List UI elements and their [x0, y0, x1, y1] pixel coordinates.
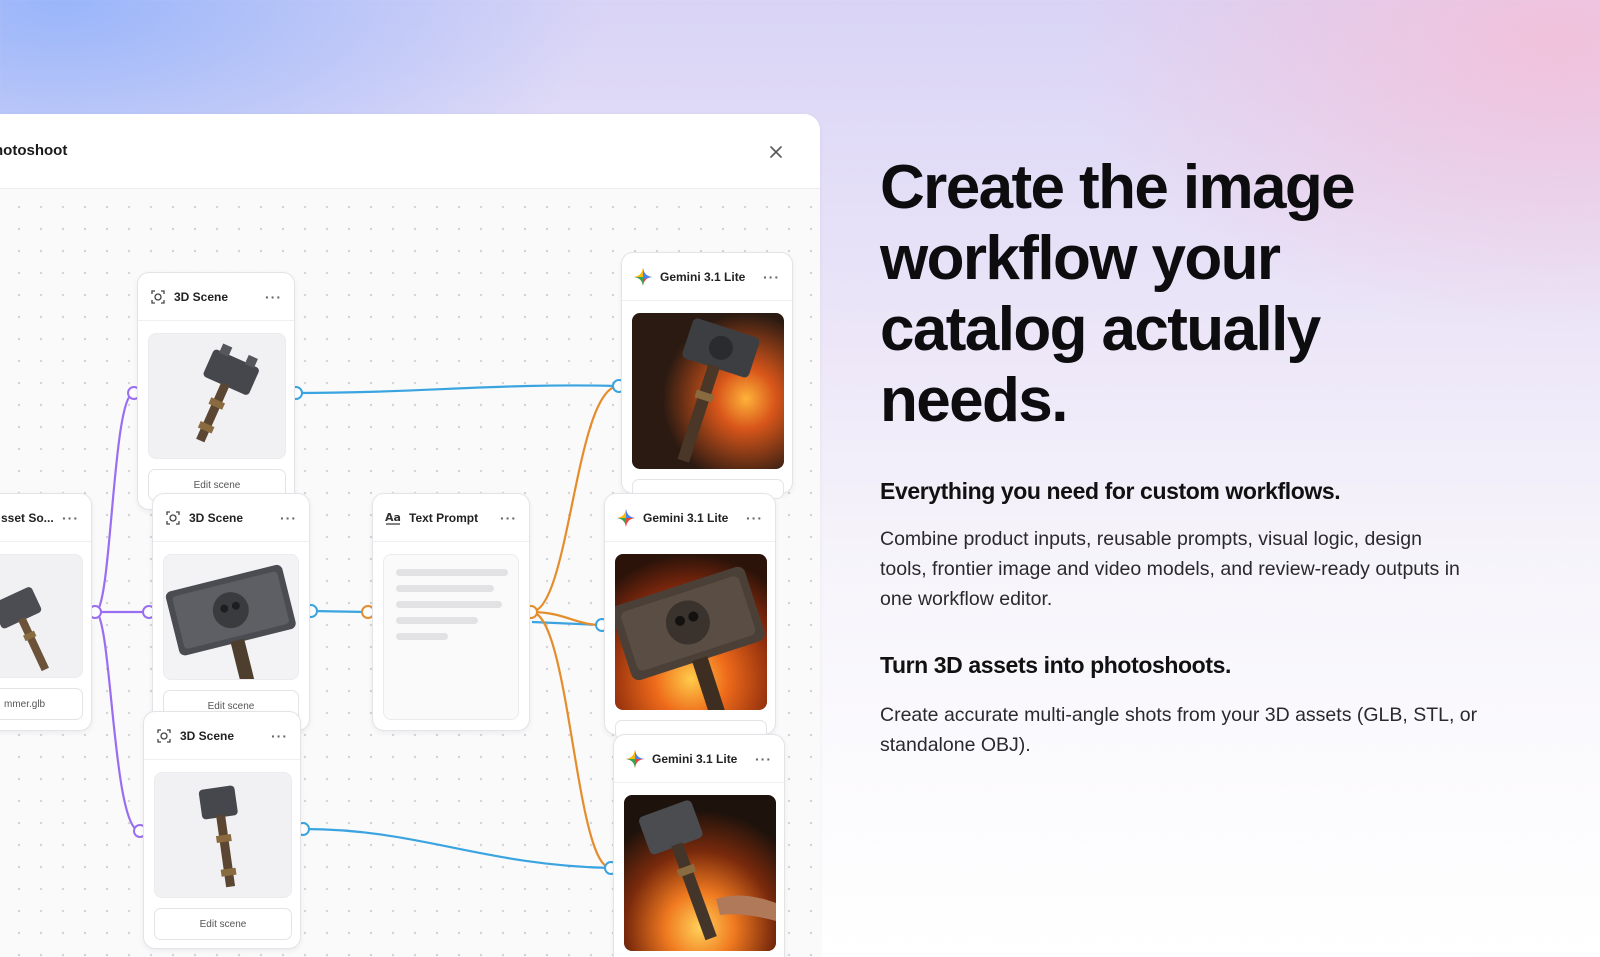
edge-source-to-scene-bottom	[93, 610, 141, 833]
3d-scene-icon	[157, 728, 171, 743]
filename-text: mmer.glb	[4, 698, 46, 710]
section-heading-photoshoots: Turn 3D assets into photoshoots.	[880, 652, 1231, 678]
more-options-icon[interactable]: ···	[500, 510, 517, 526]
node-header: Gemini 3.1 Lite ···	[605, 494, 775, 542]
more-options-icon[interactable]: ···	[763, 269, 780, 285]
gemini-node-bottom[interactable]: Gemini 3.1 Lite ···	[613, 734, 785, 957]
node-header: 3D Scene ···	[153, 494, 309, 542]
node-header: 3D Scene ···	[144, 712, 300, 760]
text-prompt-icon: Aa	[385, 511, 401, 525]
edge-scene-mid-to-prompt	[310, 609, 369, 614]
3d-scene-icon	[166, 510, 180, 525]
hammer-image	[198, 785, 238, 888]
3d-scene-icon	[151, 289, 165, 304]
gemini-node-middle[interactable]: Gemini 3.1 Lite ···	[604, 493, 776, 740]
more-options-icon[interactable]: ···	[62, 510, 79, 526]
edge-scene-top-to-gemini-top	[295, 384, 620, 395]
gemini-sparkle-icon	[617, 508, 635, 527]
text-placeholder-line	[396, 585, 494, 592]
hammer-image	[196, 343, 259, 443]
hammer-forge-image	[632, 313, 784, 469]
text-placeholder-line	[396, 601, 502, 608]
scene-thumbnail	[163, 554, 299, 680]
more-options-icon[interactable]: ···	[265, 289, 282, 305]
hammer-fire-closeup-image	[615, 554, 767, 710]
button-label: Edit scene	[207, 700, 255, 712]
edge-prompt-to-gemini-bottom	[530, 610, 612, 870]
button-label: Edit scene	[199, 918, 247, 930]
node-header: sset So... ···	[0, 494, 91, 542]
scene-thumbnail	[148, 333, 286, 459]
filename-field: mmer.glb	[0, 688, 83, 720]
edge-scene-bottom-to-gemini-bottom	[302, 827, 612, 870]
more-options-icon[interactable]: ···	[746, 510, 763, 526]
generated-image	[615, 554, 767, 710]
scene-node-bottom[interactable]: 3D Scene ··· Edit scene	[143, 711, 301, 949]
text-placeholder-line	[396, 617, 478, 624]
node-title: Gemini 3.1 Lite	[643, 510, 729, 525]
button-label: Edit scene	[193, 479, 241, 491]
edge-source-to-scene-top	[93, 391, 135, 614]
hero-headline: Create the image workflow your catalog a…	[880, 153, 1356, 435]
text-placeholder-line	[396, 633, 448, 640]
hammer-image	[0, 587, 49, 672]
node-header: 3D Scene ···	[138, 273, 294, 321]
gemini-sparkle-icon	[634, 267, 652, 286]
node-header: Aa Text Prompt ···	[373, 494, 529, 542]
gemini-node-top[interactable]: Gemini 3.1 Lite ···	[621, 252, 793, 499]
generated-image	[624, 795, 776, 951]
section-heading-workflows: Everything you need for custom workflows…	[880, 478, 1341, 504]
asset-thumbnail	[0, 554, 83, 678]
node-title: Text Prompt	[409, 510, 479, 525]
node-title: sset So...	[1, 510, 54, 525]
generated-image	[632, 313, 784, 469]
text-prompt-node[interactable]: Aa Text Prompt ···	[372, 493, 530, 731]
scene-node-middle[interactable]: 3D Scene ··· Edit scene	[152, 493, 310, 731]
node-header: Gemini 3.1 Lite ···	[622, 253, 792, 301]
node-title: 3D Scene	[180, 728, 235, 743]
asset-source-node[interactable]: sset So... ··· mmer.glb	[0, 493, 92, 731]
gemini-sparkle-icon	[626, 749, 644, 768]
section-body-workflows: Combine product inputs, reusable prompts…	[880, 528, 1460, 610]
node-title: Gemini 3.1 Lite	[660, 269, 746, 284]
more-options-icon[interactable]: ···	[280, 510, 297, 526]
node-header: Gemini 3.1 Lite ···	[614, 735, 784, 783]
prompt-text-area[interactable]	[383, 554, 519, 720]
edit-scene-button[interactable]: Edit scene	[154, 908, 292, 940]
svg-text:Aa: Aa	[385, 511, 401, 524]
scene-thumbnail	[154, 772, 292, 898]
hammer-closeup-image	[164, 555, 298, 679]
hammer-in-hand-fire-image	[624, 795, 776, 951]
section-body-photoshoots: Create accurate multi-angle shots from y…	[880, 704, 1478, 756]
text-placeholder-line	[396, 569, 508, 576]
node-title: Gemini 3.1 Lite	[652, 751, 738, 766]
more-options-icon[interactable]: ···	[271, 728, 288, 744]
node-title: 3D Scene	[174, 289, 229, 304]
more-options-icon[interactable]: ···	[755, 751, 772, 767]
scene-node-top[interactable]: 3D Scene ··· Edit scene	[137, 272, 295, 510]
node-title: 3D Scene	[189, 510, 244, 525]
